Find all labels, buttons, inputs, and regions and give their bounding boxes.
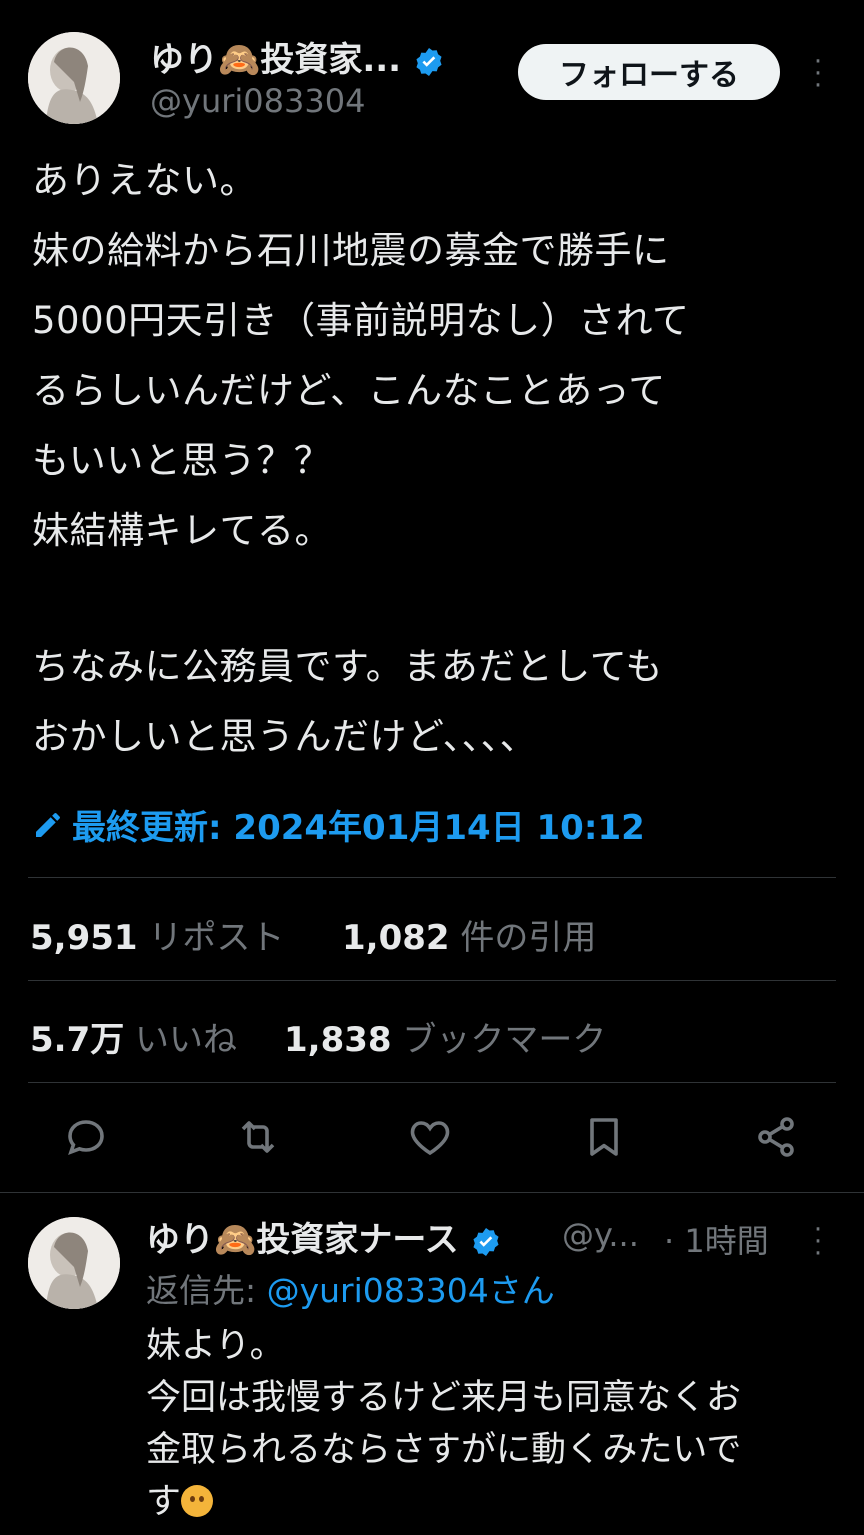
verified-badge-icon	[416, 47, 442, 76]
bookmark-button[interactable]	[580, 1113, 628, 1165]
follow-button[interactable]: フォローする	[518, 44, 780, 100]
replying-to-prefix: 返信先:	[146, 1271, 267, 1310]
reply-text-line: 金取られるならさすがに動くみたいで	[146, 1430, 742, 1470]
bookmark-icon	[590, 1118, 618, 1156]
repost-button[interactable]	[234, 1113, 282, 1165]
reply-text-line-last: す	[146, 1476, 214, 1528]
reply-text-line: 今回は我慢するけど来月も同意なくお	[146, 1378, 742, 1418]
repost-icon	[241, 1121, 275, 1153]
author-handle[interactable]: @yuri083304	[150, 82, 365, 120]
like-button[interactable]	[406, 1113, 454, 1165]
reposts-label: リポスト	[148, 918, 285, 958]
reply-author-handle[interactable]: @y...	[562, 1216, 639, 1254]
quotes-stat[interactable]: 1,082 件の引用	[342, 910, 596, 959]
tweet-text-line: おかしいと思うんだけど、、、、	[32, 715, 538, 758]
likes-count: 5.7万	[30, 1020, 125, 1060]
author-name[interactable]: ゆり🙈投資家...	[150, 32, 445, 81]
edited-label: 最終更新: 2024年01月14日 10:12	[72, 808, 645, 848]
divider	[28, 877, 836, 878]
halo-smile-emoji-icon	[181, 1485, 214, 1517]
reposts-count: 5,951	[30, 918, 138, 958]
replying-to-link[interactable]: @yuri083304さん	[267, 1271, 555, 1310]
tweet-text-line: 5000円天引き（事前説明なし）されて	[32, 299, 690, 342]
quotes-count: 1,082	[342, 918, 450, 958]
reposts-stat[interactable]: 5,951 リポスト	[30, 910, 284, 959]
reply-author-name[interactable]: ゆり🙈投資家ナース	[146, 1212, 502, 1261]
reply-icon	[68, 1120, 104, 1156]
likes-stat[interactable]: 5.7万 いいね	[30, 1012, 237, 1061]
reply-button[interactable]	[62, 1113, 110, 1165]
tweet-text-line: ありえない。	[32, 159, 257, 202]
tweet-text-line: 妹の給料から石川地震の募金で勝手に	[32, 229, 670, 272]
thread-separator	[0, 1192, 864, 1193]
share-button[interactable]	[752, 1113, 800, 1165]
edited-timestamp[interactable]: 最終更新: 2024年01月14日 10:12	[32, 800, 645, 849]
reply-author-avatar[interactable]	[28, 1217, 120, 1309]
tweet-text-line: ちなみに公務員です。まあだとしても	[32, 645, 663, 688]
replying-to: 返信先: @yuri083304さん	[146, 1264, 555, 1312]
like-icon	[410, 1121, 450, 1156]
more-options-icon[interactable]: · · ·	[808, 49, 828, 99]
tweet-text-line: 妹結構キレてる。	[32, 509, 332, 552]
tweet-text-line: るらしいんだけど、こんなことあって	[32, 369, 666, 412]
reply-more-options-icon[interactable]: · · ·	[808, 1217, 828, 1267]
author-avatar[interactable]	[28, 32, 120, 124]
bookmarks-stat[interactable]: 1,838 ブックマーク	[284, 1012, 606, 1061]
share-icon	[758, 1117, 794, 1157]
divider	[28, 1082, 836, 1083]
quotes-label: 件の引用	[460, 918, 597, 958]
bookmarks-count: 1,838	[284, 1020, 392, 1060]
reply-text-fragment: す	[146, 1482, 182, 1522]
divider	[28, 980, 836, 981]
reply-text-line: 妹より。	[146, 1326, 285, 1366]
reply-time[interactable]: · 1時間	[664, 1216, 769, 1262]
edit-pencil-icon	[36, 812, 60, 837]
tweet-text-line: もいいと思う？？	[32, 439, 332, 482]
likes-label: いいね	[135, 1020, 238, 1060]
bookmarks-label: ブックマーク	[402, 1020, 607, 1060]
verified-badge-icon	[473, 1227, 500, 1256]
